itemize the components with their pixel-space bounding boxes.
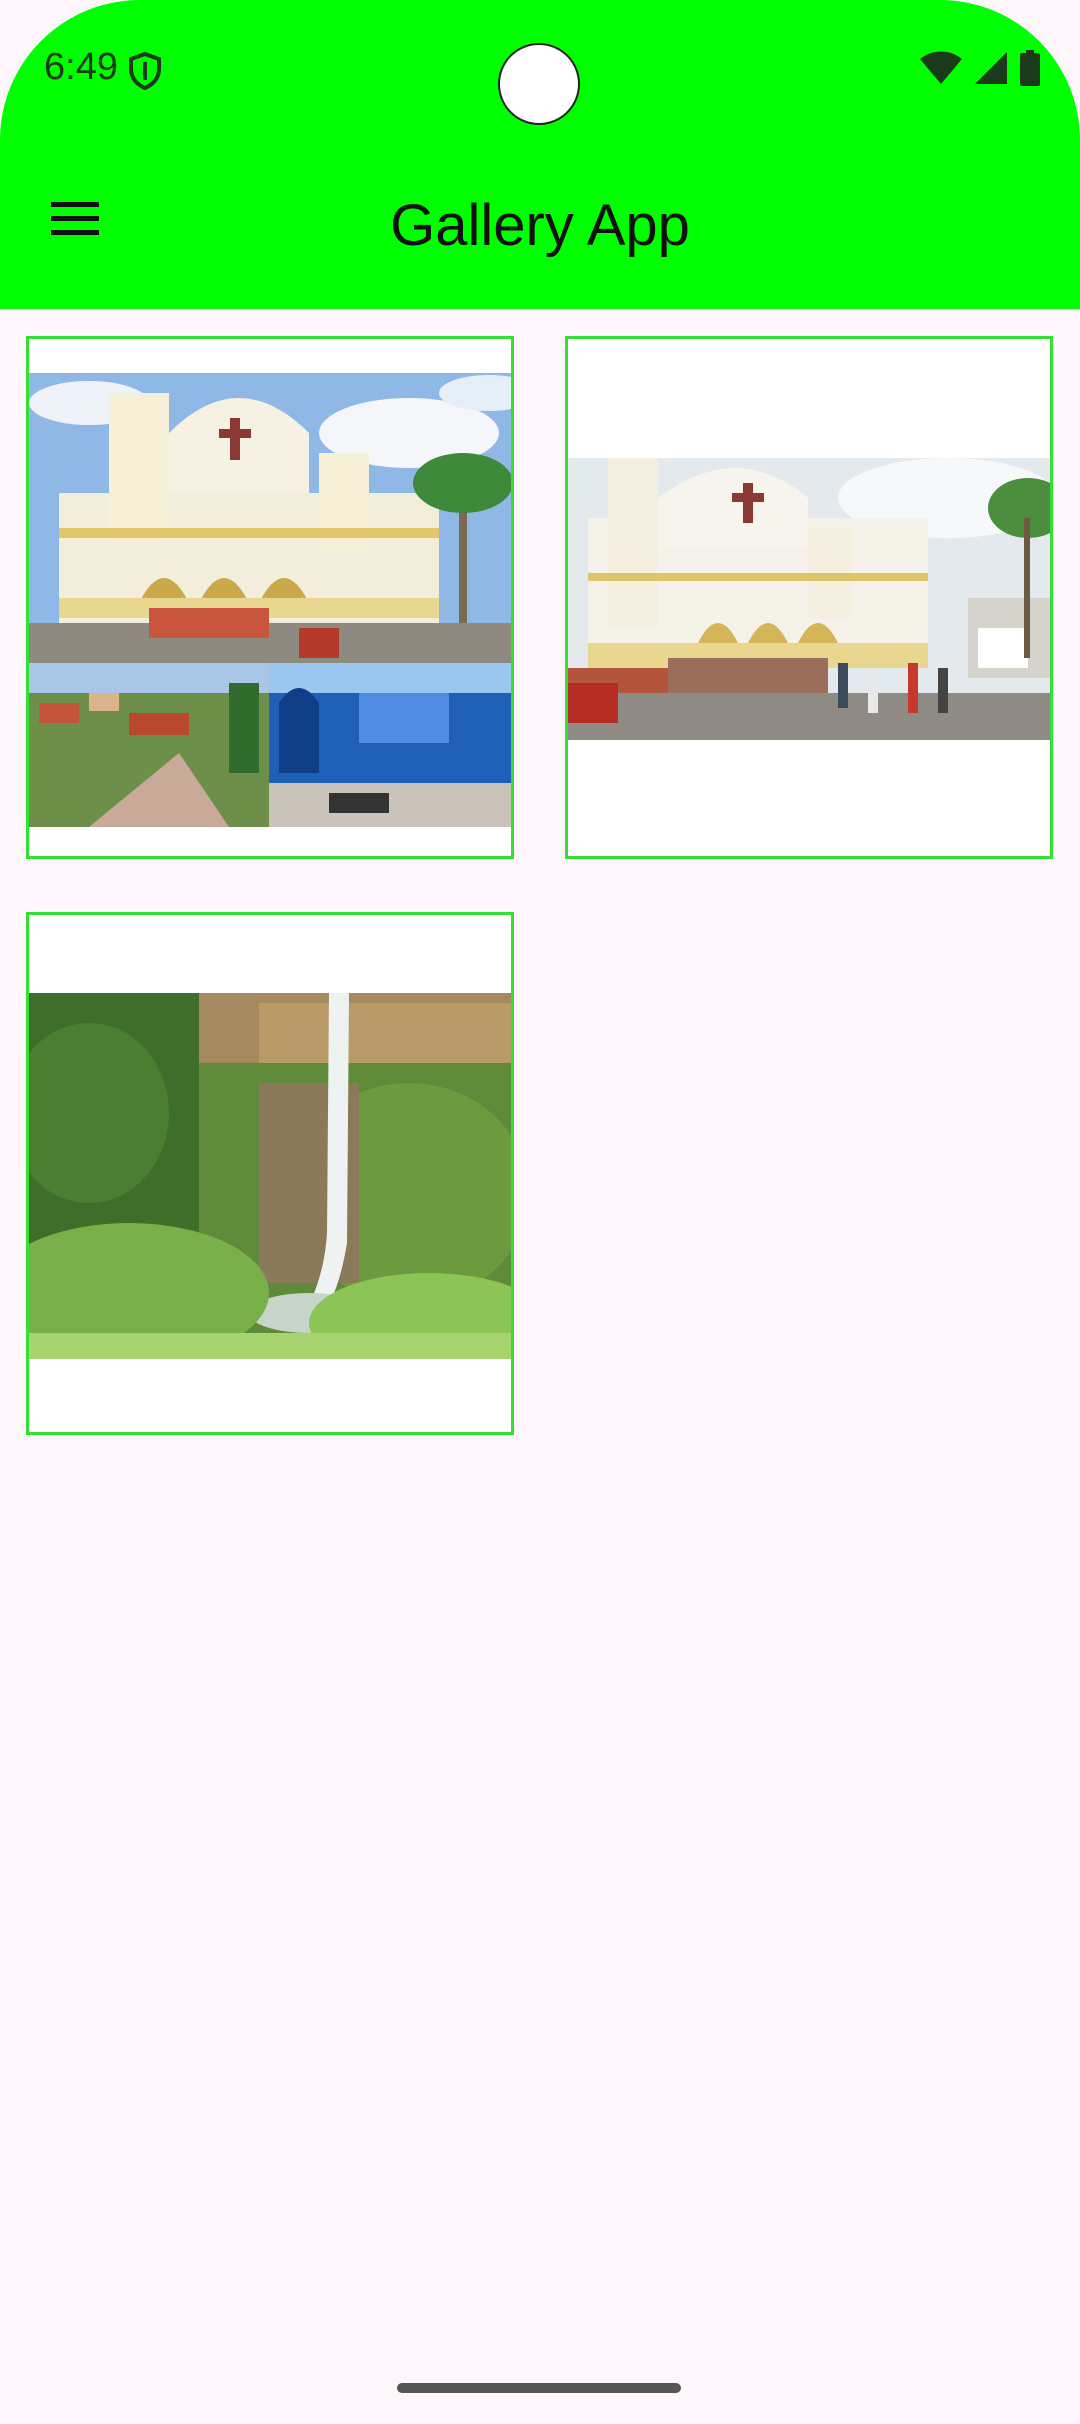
- app-bar: 6:49 Gallery App: [0, 0, 1080, 309]
- page-title: Gallery App: [390, 193, 690, 258]
- signal-icon: [975, 52, 1007, 84]
- church-collage-photo: [29, 373, 511, 827]
- gallery-item[interactable]: [565, 336, 1053, 859]
- status-time: 6:49: [44, 46, 118, 88]
- shield-icon: [129, 52, 161, 90]
- toolbar: Gallery App: [0, 140, 1080, 309]
- battery-icon: [1020, 50, 1040, 86]
- camera-cutout: [498, 43, 580, 125]
- status-bar: 6:49: [0, 0, 1080, 140]
- gallery-item[interactable]: [26, 336, 514, 859]
- gallery-item[interactable]: [26, 912, 514, 1435]
- wifi-icon: [920, 51, 962, 84]
- home-indicator[interactable]: [397, 2383, 681, 2393]
- waterfall-photo: [29, 993, 511, 1359]
- church-street-photo: [568, 458, 1050, 740]
